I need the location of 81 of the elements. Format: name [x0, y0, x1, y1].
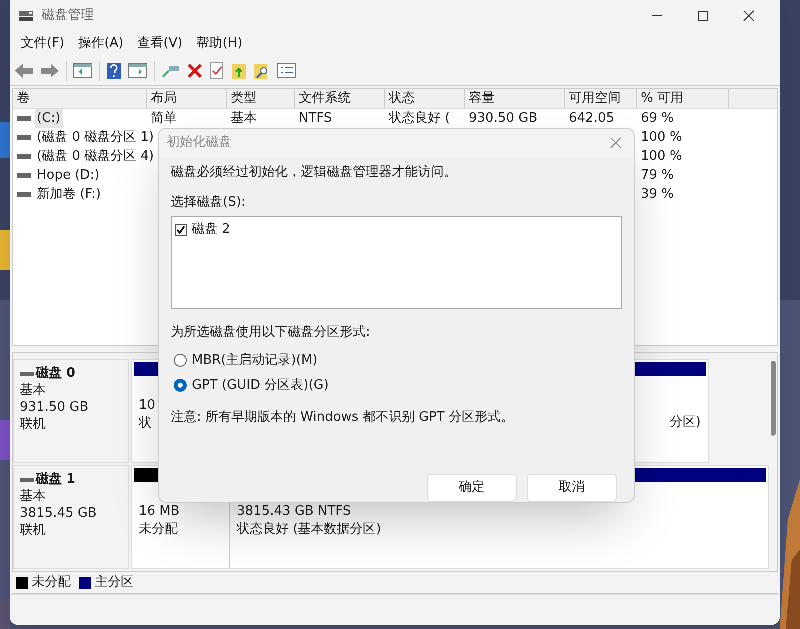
column-header[interactable]: 文件系统	[295, 89, 385, 108]
radio-label: GPT (GUID 分区表)(G)	[192, 377, 329, 395]
drive-icon	[17, 154, 31, 160]
dialog-button[interactable]: 取消	[527, 474, 617, 502]
close-icon[interactable]	[743, 10, 755, 22]
table-cell-text: 39 %	[641, 186, 674, 204]
volume-name[interactable]: (磁盘 0 磁盘分区 4)	[35, 146, 156, 166]
forward-arrow-icon[interactable]	[40, 62, 60, 78]
menu-item[interactable]: 操作(A)	[72, 34, 131, 54]
folder-up-icon[interactable]	[231, 62, 247, 80]
disk-name: 磁盘 0	[36, 365, 76, 382]
note-text: 注意: 所有早期版本的 Windows 都不识别 GPT 分区形式。	[171, 408, 515, 426]
column-header[interactable]: 容量	[465, 89, 565, 108]
partition-label: 3815.43 GB NTFS	[237, 503, 352, 521]
disk-size: 3815.45 GB	[20, 505, 98, 522]
volume-name[interactable]: Hope (D:)	[35, 166, 102, 186]
column-header[interactable]: 状态	[385, 89, 465, 108]
disk-state: 联机	[20, 522, 47, 539]
checkbox[interactable]	[175, 224, 187, 236]
panel-icon[interactable]	[128, 62, 148, 78]
volume-name[interactable]: (C:)	[35, 108, 63, 128]
window-title: 磁盘管理	[42, 7, 94, 26]
menu-item[interactable]: 查看(V)	[130, 34, 190, 54]
disk-size: 931.50 GB	[20, 399, 90, 416]
volume-name[interactable]: (磁盘 0 磁盘分区 1)	[35, 128, 156, 148]
drive-icon	[20, 370, 34, 376]
disk-app-icon	[18, 9, 34, 23]
drive-icon	[17, 172, 31, 178]
table-cell-text: 状态良好 (	[389, 110, 450, 128]
disk-info-panel[interactable]: 磁盘 0 基本 931.50 GB 联机	[13, 359, 129, 463]
column-header[interactable]: % 可用	[637, 89, 729, 108]
volume-name[interactable]: 新加卷 (F:)	[35, 184, 104, 204]
drive-icon	[17, 116, 31, 122]
radio-button[interactable]	[174, 354, 187, 367]
drive-icon	[20, 476, 34, 482]
help-icon[interactable]	[106, 62, 122, 80]
scrollbar-thumb[interactable]	[770, 361, 776, 436]
radio-label: MBR(主启动记录)(M)	[192, 352, 318, 370]
radio-button[interactable]	[174, 379, 187, 392]
legend-label: 主分区	[95, 574, 134, 592]
table-cell-text: 930.50 GB	[469, 110, 538, 128]
list-icon[interactable]	[277, 62, 297, 78]
table-cell-text: 基本	[231, 110, 257, 128]
partition-style-label: 为所选磁盘使用以下磁盘分区形式:	[171, 324, 372, 342]
disk-name: 磁盘 1	[36, 471, 76, 488]
dialog-title: 初始化磁盘	[167, 134, 232, 152]
drive-icon	[17, 134, 31, 140]
table-cell-text: 642.05	[569, 110, 614, 128]
partition-label: 10	[139, 397, 156, 415]
menu-item[interactable]: 文件(F)	[14, 34, 72, 54]
drive-icon	[17, 192, 31, 198]
table-cell-text: NTFS	[299, 110, 332, 128]
partition-label: 分区)	[670, 414, 701, 432]
partition-label: 未分配	[139, 521, 178, 539]
column-header[interactable]: 布局	[147, 89, 227, 108]
table-cell-text: 简单	[151, 110, 177, 128]
menu-item[interactable]: 帮助(H)	[190, 34, 250, 54]
back-arrow-icon[interactable]	[14, 62, 34, 78]
checklist-document-icon[interactable]	[209, 62, 225, 80]
table-cell-text: 100 %	[641, 128, 682, 147]
maximize-icon[interactable]	[697, 10, 709, 22]
table-cell-text: 69 %	[641, 110, 674, 128]
partition-label: 16 MB	[139, 503, 180, 521]
column-header[interactable]: 卷	[13, 89, 147, 108]
disk-type: 基本	[20, 382, 47, 399]
column-header[interactable]: 可用空间	[565, 89, 637, 108]
disk-info-panel[interactable]: 磁盘 1 基本 3815.45 GB 联机	[13, 465, 129, 569]
partition-label: 状态良好 (基本数据分区)	[237, 521, 382, 539]
column-header[interactable]: 类型	[227, 89, 295, 108]
panel-icon[interactable]	[73, 62, 93, 78]
delete-icon[interactable]	[187, 62, 203, 78]
legend-label: 未分配	[32, 574, 71, 592]
table-cell-text: 79 %	[641, 166, 674, 185]
disk-item-label: 磁盘 2	[192, 221, 230, 239]
dialog-message: 磁盘必须经过初始化，逻辑磁盘管理器才能访问。	[171, 164, 458, 182]
dialog-button[interactable]: 确定	[427, 474, 517, 502]
disk-state: 联机	[20, 416, 47, 433]
disk-type: 基本	[20, 488, 47, 505]
table-cell-text: 100 %	[641, 148, 682, 166]
disk-list-label: 选择磁盘(S):	[171, 194, 247, 212]
partition-label: 状	[139, 415, 152, 433]
